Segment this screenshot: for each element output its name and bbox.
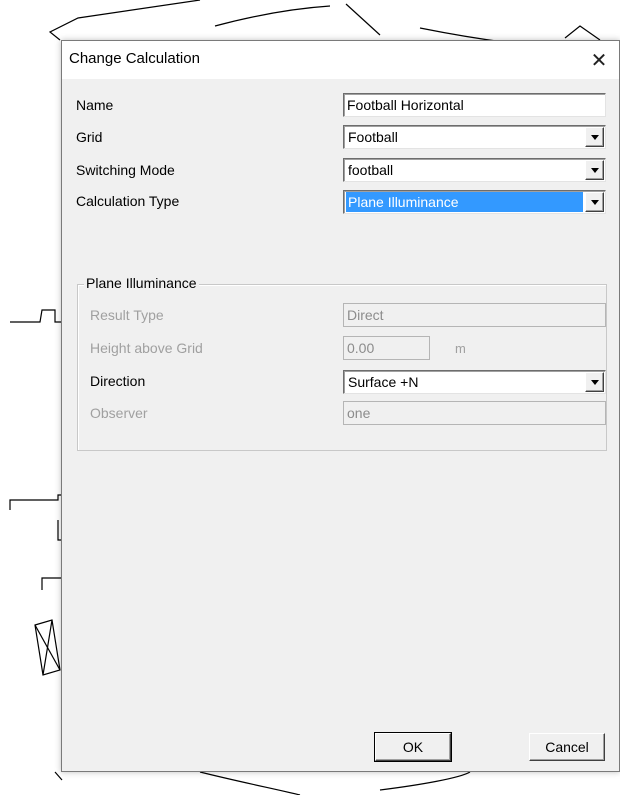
plane-illuminance-group-title: Plane Illuminance xyxy=(84,275,199,291)
calculation-type-selected-value: Plane Illuminance xyxy=(346,192,583,212)
direction-dropdown[interactable]: Surface +N xyxy=(343,370,606,394)
name-label: Name xyxy=(76,97,114,113)
observer-label: Observer xyxy=(90,405,148,421)
chevron-down-icon xyxy=(590,379,599,385)
calculation-type-dropdown[interactable]: Plane Illuminance xyxy=(343,190,606,214)
dialog-client-area: Name Football Horizontal Grid Football S… xyxy=(62,79,619,771)
ok-button[interactable]: OK xyxy=(375,733,451,761)
grid-dropdown-button[interactable] xyxy=(585,127,604,147)
change-calculation-dialog: Change Calculation ✕ Name Football Horiz… xyxy=(61,40,620,772)
dialog-titlebar[interactable]: Change Calculation ✕ xyxy=(62,41,619,79)
height-unit-label: m xyxy=(455,341,466,356)
close-icon[interactable]: ✕ xyxy=(579,41,619,79)
result-type-label: Result Type xyxy=(90,307,164,323)
direction-selected-value: Surface +N xyxy=(348,374,419,390)
chevron-down-icon xyxy=(590,134,599,140)
dialog-title: Change Calculation xyxy=(69,50,200,67)
name-field[interactable]: Football Horizontal xyxy=(343,93,606,117)
chevron-down-icon xyxy=(590,167,599,173)
chevron-down-icon xyxy=(590,199,599,205)
switching-mode-dropdown-button[interactable] xyxy=(585,160,604,180)
cancel-button[interactable]: Cancel xyxy=(529,733,605,761)
direction-dropdown-button[interactable] xyxy=(585,372,604,392)
switching-mode-label: Switching Mode xyxy=(76,162,175,178)
result-type-field: Direct xyxy=(343,303,606,327)
calculation-type-dropdown-button[interactable] xyxy=(585,192,604,212)
calculation-type-label: Calculation Type xyxy=(76,193,180,209)
height-above-grid-label: Height above Grid xyxy=(90,340,203,356)
grid-selected-value: Football xyxy=(348,129,398,145)
direction-label: Direction xyxy=(90,373,146,389)
grid-dropdown[interactable]: Football xyxy=(343,125,606,149)
observer-field: one xyxy=(343,401,606,425)
height-above-grid-field: 0.00 xyxy=(343,336,430,360)
switching-mode-dropdown[interactable]: football xyxy=(343,158,606,182)
grid-label: Grid xyxy=(76,129,103,145)
switching-mode-selected-value: football xyxy=(348,162,394,178)
